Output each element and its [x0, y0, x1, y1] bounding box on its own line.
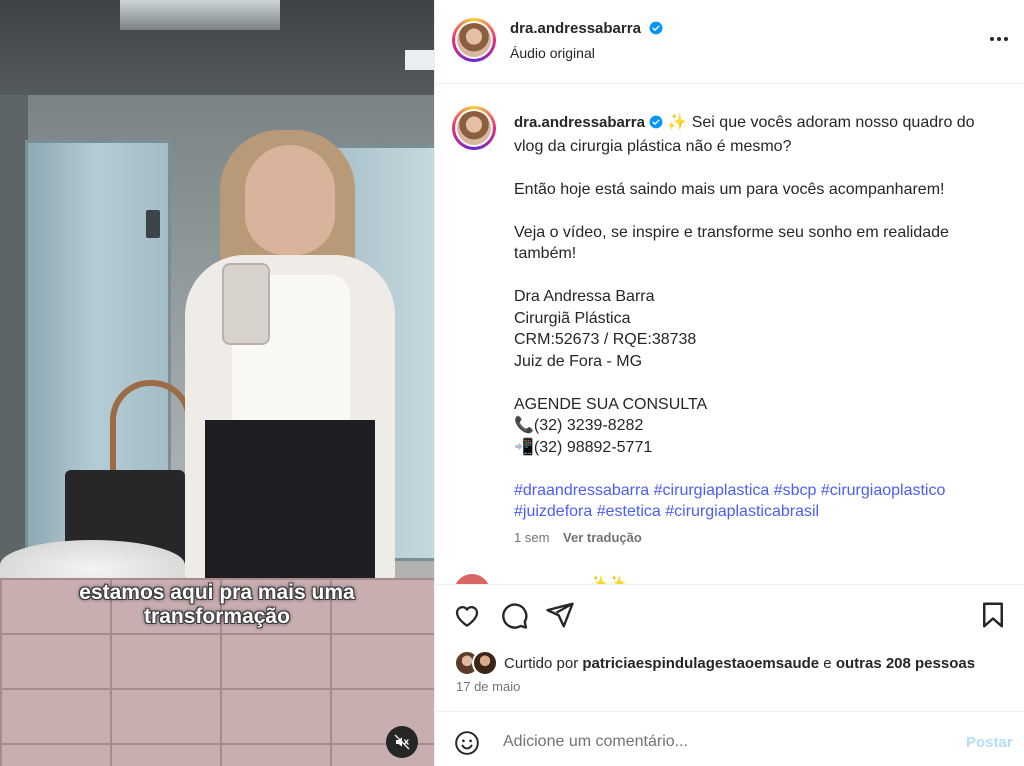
caption-line: Dra Andressa Barra: [514, 288, 655, 305]
likes-summary: Curtido por patriciaespindulagestaoemsau…: [454, 650, 975, 676]
username-link[interactable]: dra.andressabarra: [510, 20, 641, 37]
phone: [222, 263, 270, 345]
video-caption-line: estamos aqui pra mais uma: [79, 581, 355, 604]
caption-line: Juiz de Fora - MG: [514, 352, 643, 370]
see-translation-link[interactable]: Ver tradução: [563, 530, 642, 545]
caption-line: Veja o vídeo, se inspire e transforme se…: [514, 223, 949, 263]
username-link[interactable]: dra.andressabarra: [514, 114, 645, 131]
likes-count-link[interactable]: outras 208 pessoas: [836, 655, 975, 672]
share-button[interactable]: [545, 600, 575, 630]
hashtag-list: #draandressabarra #cirurgiaplastica #sbc…: [514, 480, 1000, 523]
instagram-post-viewer: estamos aqui pra mais uma transformação …: [0, 0, 1024, 766]
avatar: [472, 650, 498, 676]
person: [245, 145, 335, 255]
hashtag-link[interactable]: #juizdefora: [514, 503, 592, 520]
more-options-button[interactable]: [987, 27, 1011, 51]
caption-meta: 1 sem Ver tradução: [514, 530, 652, 545]
avatar[interactable]: [452, 106, 496, 150]
post-comment-button[interactable]: Postar: [966, 734, 1013, 751]
comment-preview: _ _ _ _ _ _ ✨✨: [514, 575, 627, 584]
post-header: dra.andressabarra Áudio original: [435, 0, 1024, 84]
video-caption-line: transformação: [144, 605, 290, 628]
share-icon: [546, 602, 574, 628]
avatar[interactable]: [452, 18, 496, 62]
post-panel: dra.andressabarra Áudio original dra.and…: [434, 0, 1024, 766]
post-age[interactable]: 1 sem: [514, 530, 549, 545]
hashtag-link[interactable]: #cirurgiaplasticabrasil: [665, 503, 819, 520]
hashtag-link[interactable]: #cirurgiaplastica: [654, 482, 770, 499]
avatar[interactable]: [454, 574, 490, 584]
emoji-icon: [455, 731, 479, 755]
emoji-button[interactable]: [454, 730, 480, 756]
phone-line: 📲(32) 98892-5771: [514, 438, 653, 456]
post-caption: dra.andressabarra ✨ Sei que vocês adoram…: [514, 112, 1000, 523]
audio-link[interactable]: Áudio original: [510, 45, 595, 61]
verified-badge-icon: [649, 21, 663, 40]
verified-badge-icon: [649, 114, 663, 136]
comment-box: Postar: [435, 711, 1024, 766]
comment-input[interactable]: [501, 728, 945, 756]
caption-line: CRM:52673 / RQE:38738: [514, 331, 697, 348]
post-date: 17 de maio: [456, 679, 521, 694]
post-caption-area: dra.andressabarra ✨ Sei que vocês adoram…: [435, 84, 1024, 584]
more-options-icon: [990, 37, 1008, 41]
comment-icon: [502, 603, 528, 629]
like-button[interactable]: [452, 600, 482, 630]
liker-username-link[interactable]: patriciaespindulagestaoemsaude: [582, 655, 819, 672]
speaker-muted-icon: [394, 734, 410, 750]
reel-video[interactable]: estamos aqui pra mais uma transformação: [0, 0, 434, 766]
hashtag-link[interactable]: #draandressabarra: [514, 482, 649, 499]
hashtag-link[interactable]: #estetica: [597, 503, 661, 520]
mute-button[interactable]: [386, 726, 418, 758]
heart-icon: [455, 606, 479, 627]
action-bar: [435, 584, 1024, 644]
save-button[interactable]: [978, 600, 1008, 630]
comment-button[interactable]: [499, 600, 529, 630]
caption-line: Cirurgiã Plástica: [514, 309, 631, 327]
caption-line: AGENDE SUA CONSULTA: [514, 395, 708, 413]
phone-line: 📞(32) 3239-8282: [514, 417, 644, 434]
hashtag-link[interactable]: #cirurgiaoplastico: [821, 482, 946, 499]
bookmark-icon: [983, 602, 1003, 628]
caption-line: Então hoje está saindo mais um para você…: [514, 180, 945, 198]
hashtag-link[interactable]: #sbcp: [774, 482, 817, 499]
